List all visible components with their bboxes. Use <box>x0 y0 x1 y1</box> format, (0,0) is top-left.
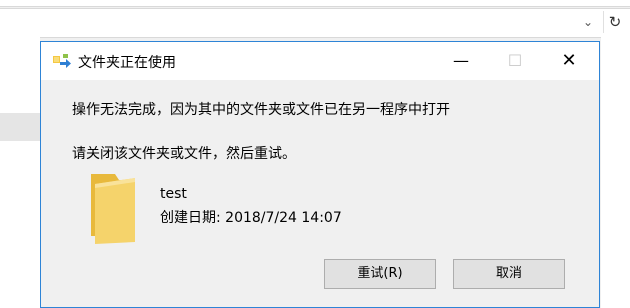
close-button[interactable]: ✕ <box>546 42 592 80</box>
dialog-titlebar[interactable]: 文件夹正在使用 — ☐ ✕ <box>41 42 599 80</box>
file-name: test <box>160 186 187 202</box>
file-created-date: 创建日期: 2018/7/24 14:07 <box>160 210 342 226</box>
navigation-pane <box>0 37 40 308</box>
file-in-use-dialog: 文件夹正在使用 — ☐ ✕ 操作无法完成，因为其中的文件夹或文件已在另一程序中打… <box>40 41 600 308</box>
maximize-button: ☐ <box>507 51 523 70</box>
chevron-down-icon[interactable]: ⌄ <box>580 14 596 30</box>
instruction-message: 请关闭该文件夹或文件，然后重试。 <box>72 146 296 162</box>
file-list-edge <box>601 37 630 308</box>
refresh-icon[interactable]: ↻ <box>603 11 626 33</box>
file-move-icon <box>53 54 71 68</box>
cancel-button[interactable]: 取消 <box>453 259 565 289</box>
retry-button[interactable]: 重试(R) <box>324 259 436 289</box>
minimize-button[interactable]: — <box>438 42 484 80</box>
error-message: 操作无法完成，因为其中的文件夹或文件已在另一程序中打开 <box>72 102 450 118</box>
address-bar[interactable]: ⌄ ↻ <box>0 8 630 38</box>
navigation-selected-item[interactable] <box>0 113 40 141</box>
folder-icon <box>91 174 135 244</box>
explorer-top-bar <box>0 0 630 7</box>
dialog-title: 文件夹正在使用 <box>78 55 176 71</box>
